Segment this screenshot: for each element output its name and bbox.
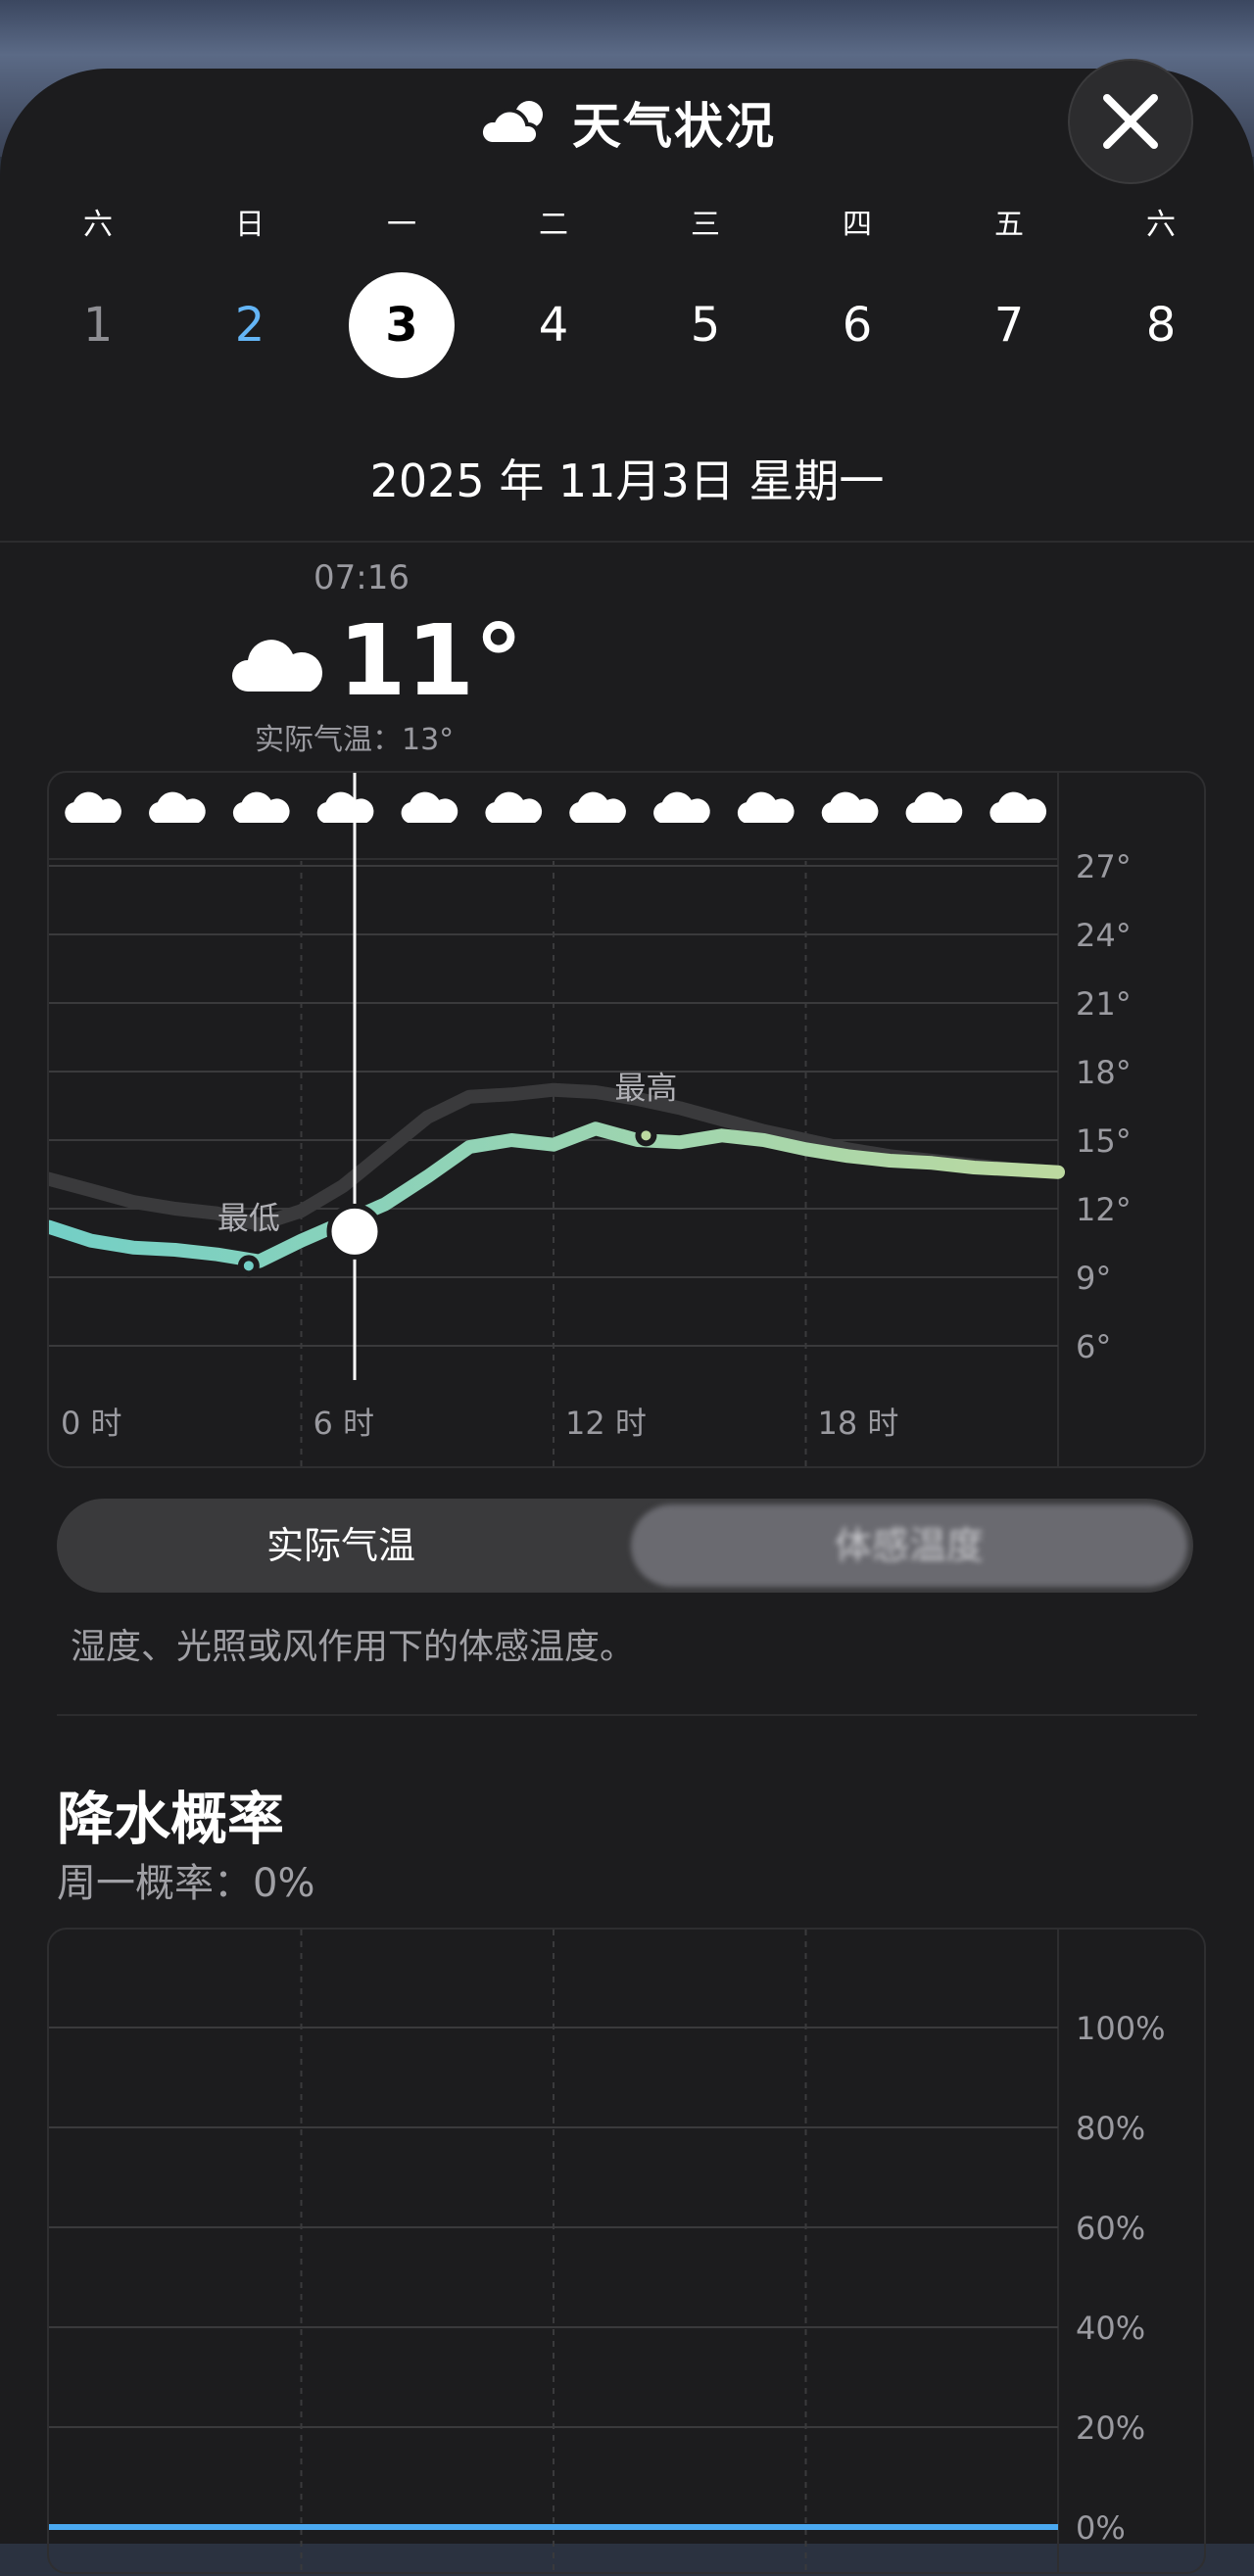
day-number: 7	[993, 298, 1025, 353]
day-1[interactable]: 六1	[44, 206, 152, 378]
day-number: 3	[349, 272, 455, 378]
y-tick-label: 0%	[1076, 2509, 1126, 2547]
cursor-time: 07:16	[314, 558, 410, 597]
y-tick-label: 100%	[1076, 2010, 1165, 2047]
marker-label: 最低	[217, 1199, 280, 1236]
temperature-chart-svg[interactable]: 27° 24° 21° 18° 15° 12° 9° 6° 0 时 6 时 12 时 18 时 最低 最高	[42, 773, 1204, 1466]
marker-dot-inner	[243, 1261, 254, 1271]
cursor-feels-like: 实际气温：13°	[255, 723, 455, 757]
weekday-label: 日	[235, 208, 265, 242]
weekday-label: 五	[994, 208, 1024, 242]
y-tick-label: 9°	[1076, 1260, 1111, 1297]
cloud-icon	[821, 791, 879, 823]
day-4[interactable]: 二4	[500, 206, 607, 378]
cloud-icon	[989, 791, 1047, 823]
toggle-actual-temp[interactable]: 实际气温	[63, 1504, 619, 1587]
x-tick-label: 18 时	[818, 1405, 899, 1442]
close-icon	[1103, 94, 1158, 149]
y-tick-label: 21°	[1076, 985, 1132, 1023]
toggle-description: 湿度、光照或风作用下的体感温度。	[71, 1627, 636, 1667]
y-tick-label: 6°	[1076, 1328, 1111, 1365]
precipitation-chart[interactable]: 100% 80% 60% 40% 20% 0%	[47, 1928, 1206, 2574]
y-tick-label: 24°	[1076, 917, 1132, 954]
y-tick-label: 60%	[1076, 2210, 1145, 2247]
day-number: 6	[842, 298, 873, 353]
cursor-temperature: 11°	[338, 603, 524, 718]
weekday-label: 一	[387, 208, 416, 242]
day-number: 4	[538, 298, 569, 353]
day-7[interactable]: 五7	[955, 206, 1063, 378]
y-tick-label: 80%	[1076, 2110, 1145, 2147]
y-tick-label: 18°	[1076, 1054, 1132, 1091]
cloud-sun-icon	[479, 101, 543, 146]
precip-title: 降水概率	[57, 1786, 285, 1852]
cloud-icon	[149, 791, 206, 823]
day-2[interactable]: 日2	[196, 206, 304, 378]
cloud-icon	[232, 791, 290, 823]
day-8[interactable]: 六8	[1107, 206, 1215, 378]
marker-dot-inner	[641, 1130, 651, 1141]
toggle-feels-like[interactable]: 体感温度	[631, 1504, 1187, 1587]
weekday-label: 三	[691, 208, 720, 242]
weekday-label: 二	[539, 208, 568, 242]
cloud-icon	[905, 791, 963, 823]
time-cursor-knob[interactable]	[326, 1203, 383, 1260]
x-tick-label: 6 时	[314, 1405, 375, 1442]
y-tick-label: 20%	[1076, 2409, 1145, 2447]
marker-label: 最高	[614, 1069, 677, 1106]
day-5[interactable]: 三5	[651, 206, 759, 378]
day-number: 5	[690, 298, 721, 353]
cloud-icon	[65, 791, 121, 823]
cloud-icon	[316, 791, 374, 823]
sheet-title: 天气状况	[572, 98, 776, 155]
divider	[0, 541, 1254, 543]
y-tick-label: 40%	[1076, 2310, 1145, 2347]
temperature-chart[interactable]: 27° 24° 21° 18° 15° 12° 9° 6° 0 时 6 时 12 时 18 时 最低 最高	[42, 771, 1206, 1468]
temperature-type-toggle: 实际气温 体感温度	[57, 1499, 1193, 1593]
day-number: 8	[1145, 298, 1177, 353]
cloud-icon	[569, 791, 626, 823]
y-tick-label: 15°	[1076, 1122, 1132, 1160]
weekday-label: 六	[83, 208, 113, 242]
day-number: 2	[234, 298, 265, 353]
day-6[interactable]: 四6	[803, 206, 911, 378]
cloud-icon	[737, 791, 795, 823]
close-button[interactable]	[1068, 59, 1193, 184]
cloud-icon	[232, 640, 323, 692]
divider	[57, 1714, 1197, 1716]
y-tick-label: 27°	[1076, 848, 1132, 885]
weekday-label: 六	[1146, 208, 1176, 242]
x-tick-label: 0 时	[61, 1405, 122, 1442]
day-number: 1	[82, 298, 114, 353]
x-tick-label: 12 时	[565, 1405, 647, 1442]
precipitation-chart-svg[interactable]: 100% 80% 60% 40% 20% 0%	[49, 1930, 1204, 2572]
y-tick-label: 12°	[1076, 1191, 1132, 1228]
cloud-icon	[485, 791, 543, 823]
sheet-header: 天气状况	[0, 88, 1254, 157]
weekday-label: 四	[843, 208, 872, 242]
cloud-icon	[401, 791, 458, 823]
selected-date: 2025 年 11月3日 星期一	[369, 454, 885, 507]
cloud-icon	[653, 791, 710, 823]
day-3[interactable]: 一3	[348, 206, 456, 378]
precip-subtitle: 周一概率：0%	[57, 1861, 315, 1906]
